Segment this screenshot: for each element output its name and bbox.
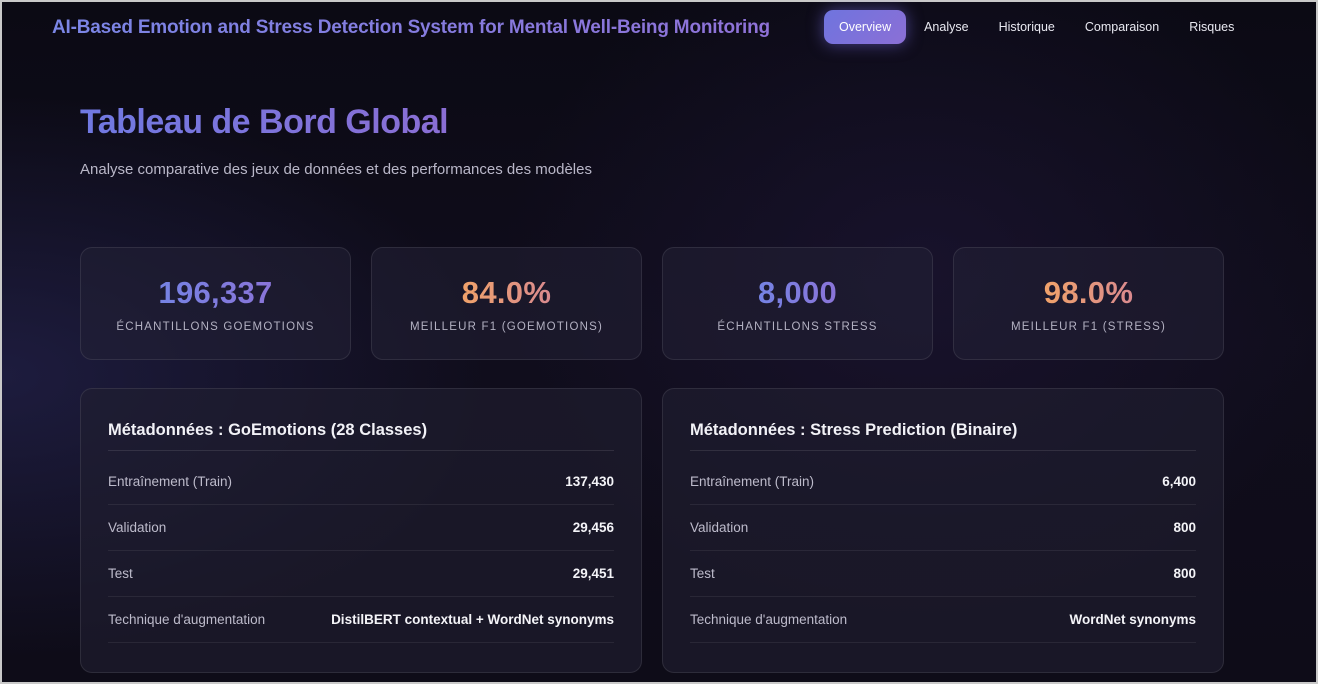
metadata-row-train: Entraînement (Train) 6,400 (690, 459, 1196, 505)
row-key: Validation (690, 520, 749, 535)
stat-label: Échantillons GoEmotions (116, 320, 315, 333)
stat-value: 84.0% (461, 274, 552, 310)
stat-card-stress-samples: 8,000 Échantillons Stress (662, 247, 933, 360)
panel-goemotions-metadata: Métadonnées : GoEmotions (28 Classes) En… (80, 388, 642, 673)
row-value: 800 (1173, 520, 1196, 535)
row-value: WordNet synonyms (1069, 612, 1196, 627)
metadata-row-augmentation: Technique d'augmentation DistilBERT cont… (108, 597, 614, 643)
stat-value: 8,000 (757, 274, 838, 310)
row-key: Test (690, 566, 715, 581)
nav-tab-risques[interactable]: Risques (1174, 10, 1249, 44)
row-key: Technique d'augmentation (690, 612, 848, 627)
top-navigation-bar: AI-Based Emotion and Stress Detection Sy… (2, 2, 1316, 56)
metadata-row-validation: Validation 800 (690, 505, 1196, 551)
stat-value: 98.0% (1043, 274, 1134, 310)
row-value: 800 (1173, 566, 1196, 581)
row-value: 29,451 (572, 566, 614, 581)
main-nav: Overview Analyse Historique Comparaison … (824, 10, 1249, 44)
row-value: DistilBERT contextual + WordNet synonyms (331, 612, 614, 627)
stat-label: Échantillons Stress (717, 320, 878, 333)
app-brand-title[interactable]: AI-Based Emotion and Stress Detection Sy… (52, 17, 770, 39)
nav-tab-analyse[interactable]: Analyse (909, 10, 983, 44)
row-key: Validation (108, 520, 167, 535)
metadata-row-validation: Validation 29,456 (108, 505, 614, 551)
stat-value: 196,337 (158, 274, 273, 310)
nav-tab-historique[interactable]: Historique (984, 10, 1070, 44)
stat-card-goemotions-samples: 196,337 Échantillons GoEmotions (80, 247, 351, 360)
stat-label: Meilleur F1 (GoEmotions) (409, 320, 603, 333)
nav-tab-comparaison[interactable]: Comparaison (1070, 10, 1174, 44)
stat-card-stress-f1: 98.0% Meilleur F1 (Stress) (953, 247, 1224, 360)
nav-tab-overview[interactable]: Overview (824, 10, 907, 44)
metadata-row-test: Test 800 (690, 551, 1196, 597)
stat-card-goemotions-f1: 84.0% Meilleur F1 (GoEmotions) (371, 247, 642, 360)
row-value: 137,430 (565, 474, 614, 489)
row-key: Entraînement (Train) (690, 474, 815, 489)
page-subtitle: Analyse comparative des jeux de données … (80, 161, 592, 178)
metadata-row-train: Entraînement (Train) 137,430 (108, 459, 614, 505)
metadata-row-test: Test 29,451 (108, 551, 614, 597)
panel-title: Métadonnées : Stress Prediction (Binaire… (690, 421, 1196, 451)
metadata-row-augmentation: Technique d'augmentation WordNet synonym… (690, 597, 1196, 643)
panel-title: Métadonnées : GoEmotions (28 Classes) (108, 421, 614, 451)
row-key: Test (108, 566, 133, 581)
row-value: 6,400 (1162, 474, 1196, 489)
panel-stress-metadata: Métadonnées : Stress Prediction (Binaire… (662, 388, 1224, 673)
row-value: 29,456 (572, 520, 614, 535)
row-key: Entraînement (Train) (108, 474, 233, 489)
row-key: Technique d'augmentation (108, 612, 266, 627)
stat-label: Meilleur F1 (Stress) (1011, 320, 1166, 333)
page-title: Tableau de Bord Global (80, 103, 449, 141)
